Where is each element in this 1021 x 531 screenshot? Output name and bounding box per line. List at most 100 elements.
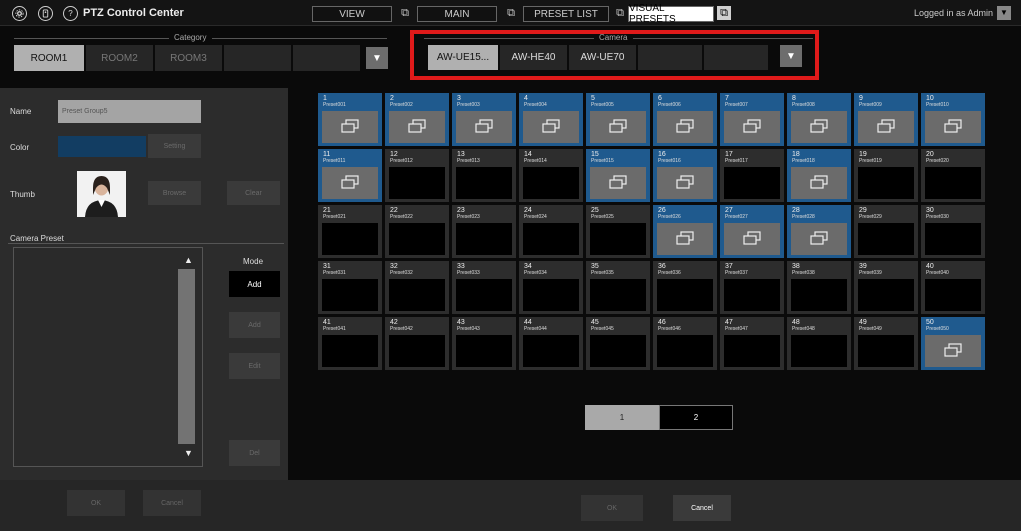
edit-button[interactable]: Edit [229,353,280,379]
preset-tile[interactable]: 45 Preset045 [586,317,650,370]
add-button[interactable]: Add [229,312,280,338]
category-room2[interactable]: ROOM2 [86,45,153,71]
scroll-down-icon[interactable]: ▼ [184,448,193,458]
preset-tile[interactable]: 37 Preset037 [720,261,784,314]
preset-tile[interactable]: 41 Preset041 [318,317,382,370]
preset-tile[interactable]: 32 Preset032 [385,261,449,314]
popout-view-icon[interactable]: ⧉ [398,6,412,20]
stacked-images-icon [809,174,829,192]
gear-icon[interactable] [12,6,27,21]
preset-thumbnail [590,335,646,367]
help-icon[interactable]: ? [63,6,78,21]
preset-tile[interactable]: 29 Preset029 [854,205,918,258]
preset-tile[interactable]: 21 Preset021 [318,205,382,258]
preset-tile[interactable]: 48 Preset048 [787,317,851,370]
preset-tile[interactable]: 23 Preset023 [452,205,516,258]
preset-tile[interactable]: 49 Preset049 [854,317,918,370]
tab-view[interactable]: VIEW [312,6,392,22]
cancel-button[interactable]: Cancel [673,495,731,521]
preset-tile[interactable]: 50 Preset050 [921,317,985,370]
category-empty-5[interactable] [293,45,360,71]
category-title: Category [174,33,207,42]
preset-thumbnail [925,111,981,143]
preset-tile[interactable]: 38 Preset038 [787,261,851,314]
preset-tile[interactable]: 27 Preset027 [720,205,784,258]
category-room1[interactable]: ROOM1 [14,45,84,71]
preset-tile[interactable]: 13 Preset013 [452,149,516,202]
page-2-button[interactable]: 2 [659,405,733,430]
color-swatch[interactable] [58,136,146,157]
category-room3[interactable]: ROOM3 [155,45,222,71]
preset-name: Preset022 [390,214,413,220]
preset-tile[interactable]: 1 Preset001 [318,93,382,146]
preset-tile[interactable]: 43 Preset043 [452,317,516,370]
preset-tile[interactable]: 17 Preset017 [720,149,784,202]
preset-tile[interactable]: 2 Preset002 [385,93,449,146]
ok-button[interactable]: OK [581,495,643,521]
app-title: PTZ Control Center [83,7,184,19]
preset-tile[interactable]: 7 Preset007 [720,93,784,146]
preset-tile[interactable]: 28 Preset028 [787,205,851,258]
preset-thumbnail [724,167,780,199]
left-ok-button[interactable]: OK [67,490,125,516]
preset-tile[interactable]: 5 Preset005 [586,93,650,146]
popout-visual-presets-icon[interactable]: ⧉ [717,6,731,20]
preset-tile[interactable]: 24 Preset024 [519,205,583,258]
browse-button[interactable]: Browse [148,181,201,205]
preset-tile[interactable]: 25 Preset025 [586,205,650,258]
preset-tile[interactable]: 11 Preset011 [318,149,382,202]
category-empty-4[interactable] [224,45,291,71]
preset-tile[interactable]: 10 Preset010 [921,93,985,146]
preset-tile[interactable]: 44 Preset044 [519,317,583,370]
preset-tile[interactable]: 20 Preset020 [921,149,985,202]
scrollbar-thumb[interactable] [178,269,195,444]
preset-tile[interactable]: 15 Preset015 [586,149,650,202]
clear-button[interactable]: Clear [227,181,280,205]
tab-preset-list[interactable]: PRESET LIST [523,6,609,22]
preset-tile[interactable]: 34 Preset034 [519,261,583,314]
preset-tile[interactable]: 6 Preset006 [653,93,717,146]
popout-main-icon[interactable]: ⧉ [504,6,518,20]
preset-tile[interactable]: 8 Preset008 [787,93,851,146]
preset-tile[interactable]: 12 Preset012 [385,149,449,202]
preset-tile[interactable]: 46 Preset046 [653,317,717,370]
preset-tile[interactable]: 30 Preset030 [921,205,985,258]
preset-tile[interactable]: 40 Preset040 [921,261,985,314]
preset-tile[interactable]: 31 Preset031 [318,261,382,314]
preset-tile[interactable]: 42 Preset042 [385,317,449,370]
setting-button[interactable]: Setting [148,134,201,158]
preset-name: Preset031 [323,270,346,276]
preset-tile[interactable]: 22 Preset022 [385,205,449,258]
preset-tile[interactable]: 26 Preset026 [653,205,717,258]
tab-main[interactable]: MAIN [417,6,497,22]
left-cancel-button[interactable]: Cancel [143,490,201,516]
popout-preset-list-icon[interactable]: ⧉ [613,6,627,20]
preset-tile[interactable]: 14 Preset014 [519,149,583,202]
mode-add-button[interactable]: Add [229,271,280,297]
preset-tile[interactable]: 3 Preset003 [452,93,516,146]
page-1-button[interactable]: 1 [585,405,659,430]
preset-tile[interactable]: 18 Preset018 [787,149,851,202]
chevron-down-icon[interactable]: ▼ [997,6,1011,20]
camera-preset-divider [8,243,284,244]
preset-tile[interactable]: 47 Preset047 [720,317,784,370]
stacked-images-icon [541,118,561,136]
preset-tile[interactable]: 16 Preset016 [653,149,717,202]
camera-preset-list[interactable] [13,247,203,467]
name-field[interactable]: Preset Group5 [58,100,201,123]
preset-tile[interactable]: 4 Preset004 [519,93,583,146]
remote-icon[interactable] [38,6,53,21]
delete-button[interactable]: Del [229,440,280,466]
preset-tile[interactable]: 39 Preset039 [854,261,918,314]
category-dropdown-button[interactable]: ▼ [366,47,388,69]
preset-tile[interactable]: 9 Preset009 [854,93,918,146]
tab-visual-presets[interactable]: VISUAL PRESETS [628,3,714,25]
preset-tile[interactable]: 19 Preset019 [854,149,918,202]
preset-thumbnail [657,167,713,199]
scroll-up-icon[interactable]: ▲ [184,255,193,265]
preset-tile[interactable]: 35 Preset035 [586,261,650,314]
preset-name: Preset007 [725,102,748,108]
preset-tile[interactable]: 33 Preset033 [452,261,516,314]
preset-tile[interactable]: 36 Preset036 [653,261,717,314]
camera-highlight-box [410,30,819,80]
